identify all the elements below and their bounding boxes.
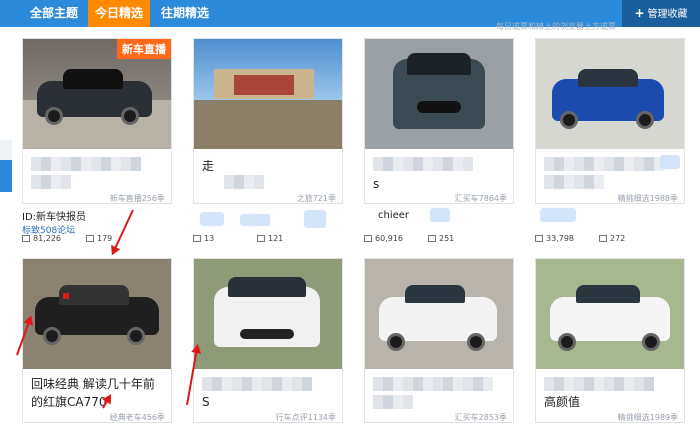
article-card[interactable]: 走 之旅721季 xyxy=(193,38,343,204)
page: 全部主题 今日精选 往期精选 + 管理收藏 每日或票和精上的浏览器上方或票 新车直… xyxy=(0,0,700,425)
blurred-title xyxy=(31,175,71,189)
card-title[interactable]: 回味经典 解读几十年前的红旗CA770 xyxy=(31,375,163,411)
blurred-title xyxy=(373,395,413,409)
comment-count-value: 179 xyxy=(97,234,113,243)
article-card[interactable]: 回味经典 解读几十年前的红旗CA770 经典老车456季 xyxy=(22,258,172,423)
article-card[interactable]: 精挑细选1988季 xyxy=(535,38,685,204)
card-thumbnail[interactable] xyxy=(365,259,513,369)
card-title[interactable]: 高颜值 xyxy=(544,393,676,411)
view-icon xyxy=(364,235,372,242)
side-tab-highlight xyxy=(0,140,12,160)
view-count: 81,226 xyxy=(22,234,61,243)
comment-icon xyxy=(257,235,265,242)
blurred-title xyxy=(31,157,141,171)
live-tag: 新车直播 xyxy=(117,39,171,59)
redaction-mark xyxy=(240,214,270,226)
manage-favorites-label: 管理收藏 xyxy=(647,9,688,20)
annotation-arrow xyxy=(111,209,134,254)
article-card[interactable]: 新车直播 新车直播256季 xyxy=(22,38,172,204)
redaction-mark xyxy=(304,210,326,228)
tab-today-picks[interactable]: 今日精选 xyxy=(88,0,150,27)
card-title[interactable]: S xyxy=(202,393,334,411)
card-thumbnail[interactable] xyxy=(194,259,342,369)
card-source[interactable]: 经典老车456季 xyxy=(110,412,165,423)
top-note: 每日或票和精上的浏览器上方或票 xyxy=(496,22,616,31)
card-source[interactable]: 汇买车2853季 xyxy=(455,412,507,423)
comment-count-value: 121 xyxy=(268,234,284,243)
comment-icon xyxy=(86,235,94,242)
comment-icon xyxy=(599,235,607,242)
article-card[interactable]: 高颜值 精挑细选1989季 xyxy=(535,258,685,423)
view-count: 13 xyxy=(193,234,214,243)
manage-favorites-button[interactable]: + 管理收藏 xyxy=(622,0,700,27)
author-id[interactable]: ID:新车快报员 xyxy=(22,208,86,223)
card-thumbnail[interactable] xyxy=(536,39,684,149)
comment-count: 179 xyxy=(86,234,112,243)
blurred-title xyxy=(373,157,473,171)
comment-count-value: 272 xyxy=(610,234,626,243)
card-title[interactable]: 走 xyxy=(202,157,334,175)
card-title[interactable]: s xyxy=(373,175,505,193)
author-meta: ID:新车快报员 标致508论坛 xyxy=(22,208,86,236)
card-source[interactable]: 行车点评1134季 xyxy=(276,412,336,423)
redaction-mark xyxy=(430,208,450,222)
author-id[interactable]: chieer xyxy=(378,210,409,221)
article-card[interactable]: 汇买车2853季 xyxy=(364,258,514,423)
card-thumbnail[interactable] xyxy=(365,39,513,149)
tab-past-picks[interactable]: 往期精选 xyxy=(152,0,218,27)
view-count: 33,798 xyxy=(535,234,574,243)
card-thumbnail[interactable] xyxy=(194,39,342,149)
view-count: 60,916 xyxy=(364,234,403,243)
card-thumbnail[interactable]: 新车直播 xyxy=(23,39,171,149)
redaction-mark xyxy=(200,212,224,226)
view-count-value: 60,916 xyxy=(375,234,403,243)
view-count-value: 81,226 xyxy=(33,234,61,243)
plus-icon: + xyxy=(634,6,645,20)
article-card[interactable]: s 汇买车7864季 xyxy=(364,38,514,204)
author-meta: chieer xyxy=(378,210,409,221)
view-count-value: 13 xyxy=(204,234,215,243)
card-source[interactable]: 汇买车7864季 xyxy=(455,193,507,204)
comment-count: 251 xyxy=(428,234,454,243)
card-source[interactable]: 精挑细选1988季 xyxy=(618,193,678,204)
blurred-title xyxy=(544,377,654,391)
tab-all-topics[interactable]: 全部主题 xyxy=(22,0,86,27)
redaction-mark xyxy=(660,155,680,169)
card-thumbnail[interactable] xyxy=(23,259,171,369)
redaction-mark xyxy=(540,208,576,222)
blurred-title xyxy=(544,157,664,171)
blurred-title xyxy=(202,377,312,391)
view-icon xyxy=(22,235,30,242)
blurred-title xyxy=(544,175,604,189)
view-icon xyxy=(193,235,201,242)
view-icon xyxy=(535,235,543,242)
comment-icon xyxy=(428,235,436,242)
view-count-value: 33,798 xyxy=(546,234,574,243)
blurred-title xyxy=(373,377,493,391)
article-card[interactable]: S 行车点评1134季 xyxy=(193,258,343,423)
comment-count: 272 xyxy=(599,234,625,243)
card-source[interactable]: 之旅721季 xyxy=(297,193,336,204)
comment-count: 121 xyxy=(257,234,283,243)
blurred-title xyxy=(224,175,264,189)
card-source[interactable]: 精挑细选1989季 xyxy=(618,412,678,423)
comment-count-value: 251 xyxy=(439,234,455,243)
card-source[interactable]: 新车直播256季 xyxy=(110,193,165,204)
card-thumbnail[interactable] xyxy=(536,259,684,369)
